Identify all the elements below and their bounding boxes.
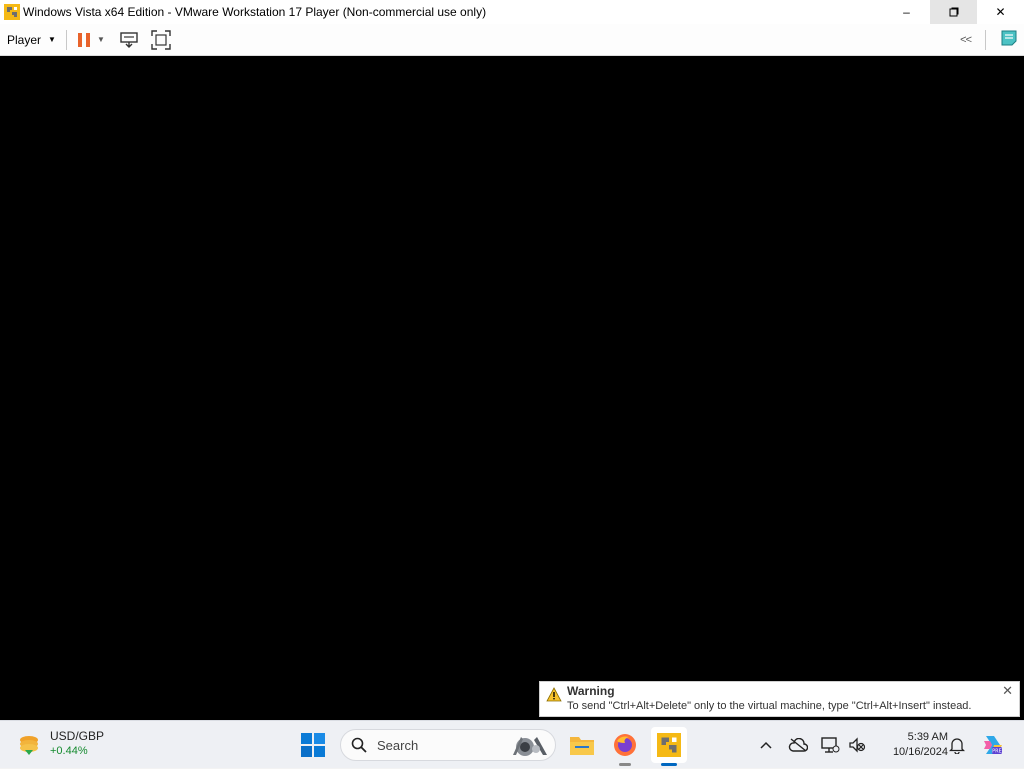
title-bar: Windows Vista x64 Edition - VMware Works… bbox=[0, 0, 1024, 24]
warning-icon bbox=[546, 687, 562, 707]
pause-button[interactable] bbox=[77, 32, 91, 48]
firefox-icon bbox=[614, 734, 636, 756]
currency-widget-icon bbox=[20, 736, 38, 755]
show-hidden-icons-button[interactable] bbox=[756, 721, 776, 769]
player-toolbar: Player ▼ ▼ << bbox=[0, 24, 1024, 56]
player-menu-button[interactable]: Player ▼ bbox=[7, 33, 56, 47]
toolbar-divider bbox=[65, 29, 67, 50]
close-icon[interactable]: ✕ bbox=[1002, 683, 1013, 699]
vmware-app-icon bbox=[657, 733, 681, 757]
chevron-down-icon: ▼ bbox=[96, 35, 105, 44]
fullscreen-icon bbox=[151, 29, 171, 50]
running-indicator bbox=[661, 763, 677, 766]
running-indicator bbox=[619, 763, 631, 766]
send-ctrl-alt-del-button[interactable] bbox=[119, 31, 139, 49]
chevron-down-icon: ▼ bbox=[48, 35, 56, 44]
chevron-up-icon bbox=[760, 741, 772, 749]
taskbar-vmware-player[interactable] bbox=[651, 727, 687, 766]
collapse-toolbar-button[interactable]: << bbox=[960, 34, 972, 46]
bell-icon bbox=[949, 738, 965, 754]
widget-title: USD/GBP bbox=[50, 729, 105, 743]
fullscreen-button[interactable] bbox=[151, 29, 171, 50]
svg-text:PRE: PRE bbox=[992, 749, 1002, 755]
warning-title: Warning bbox=[567, 684, 615, 698]
tray-network[interactable] bbox=[818, 721, 842, 769]
window-title: Windows Vista x64 Edition - VMware Works… bbox=[23, 5, 487, 19]
search-box[interactable]: Search bbox=[340, 729, 556, 761]
player-menu-label: Player bbox=[7, 32, 42, 47]
restore-icon bbox=[949, 7, 958, 17]
cloud-icon bbox=[788, 738, 808, 752]
volume-muted-icon bbox=[849, 737, 866, 753]
toolbar-divider-right bbox=[985, 30, 986, 50]
vmware-app-icon[interactable] bbox=[4, 4, 20, 20]
taskbar: USD/GBP +0.44% Search 5:39 AM 10/16/2024… bbox=[0, 720, 1024, 768]
taskbar-firefox[interactable] bbox=[607, 727, 643, 766]
restore-button[interactable] bbox=[930, 0, 977, 24]
minimize-icon: – bbox=[903, 5, 910, 19]
minimize-button[interactable]: – bbox=[883, 0, 930, 24]
notes-button[interactable] bbox=[1000, 29, 1018, 52]
tray-onedrive[interactable] bbox=[786, 721, 810, 769]
taskbar-clock[interactable]: 5:39 AM 10/16/2024 bbox=[872, 730, 948, 760]
warning-message: To send "Ctrl+Alt+Delete" only to the vi… bbox=[567, 700, 972, 712]
search-placeholder: Search bbox=[377, 737, 419, 753]
close-icon: ✕ bbox=[995, 5, 1006, 19]
tray-volume[interactable] bbox=[845, 721, 869, 769]
pause-dropdown-button[interactable]: ▼ bbox=[97, 35, 105, 44]
tray-copilot[interactable]: PRE bbox=[978, 721, 1006, 769]
virtual-machine-display[interactable] bbox=[0, 56, 1024, 720]
folder-icon bbox=[570, 737, 594, 755]
search-icon bbox=[351, 737, 367, 753]
network-icon bbox=[821, 737, 840, 753]
widget-value: +0.44% bbox=[50, 745, 88, 757]
clock-date: 10/16/2024 bbox=[892, 746, 948, 758]
notes-icon bbox=[1001, 30, 1017, 45]
clock-time: 5:39 AM bbox=[907, 731, 948, 743]
stock-widget[interactable]: USD/GBP +0.44% bbox=[16, 729, 104, 759]
start-button[interactable] bbox=[301, 733, 325, 762]
taskbar-file-explorer[interactable] bbox=[564, 727, 600, 763]
tray-notifications[interactable] bbox=[945, 721, 969, 769]
windows-start-icon bbox=[301, 733, 325, 757]
close-button[interactable]: ✕ bbox=[977, 0, 1024, 24]
search-highlight-icon bbox=[513, 737, 547, 756]
copilot-icon: PRE bbox=[984, 736, 1002, 755]
pause-icon bbox=[77, 32, 90, 47]
send-ctrl-alt-del-icon bbox=[120, 31, 138, 48]
warning-notification: Warning To send "Ctrl+Alt+Delete" only t… bbox=[539, 681, 1020, 717]
